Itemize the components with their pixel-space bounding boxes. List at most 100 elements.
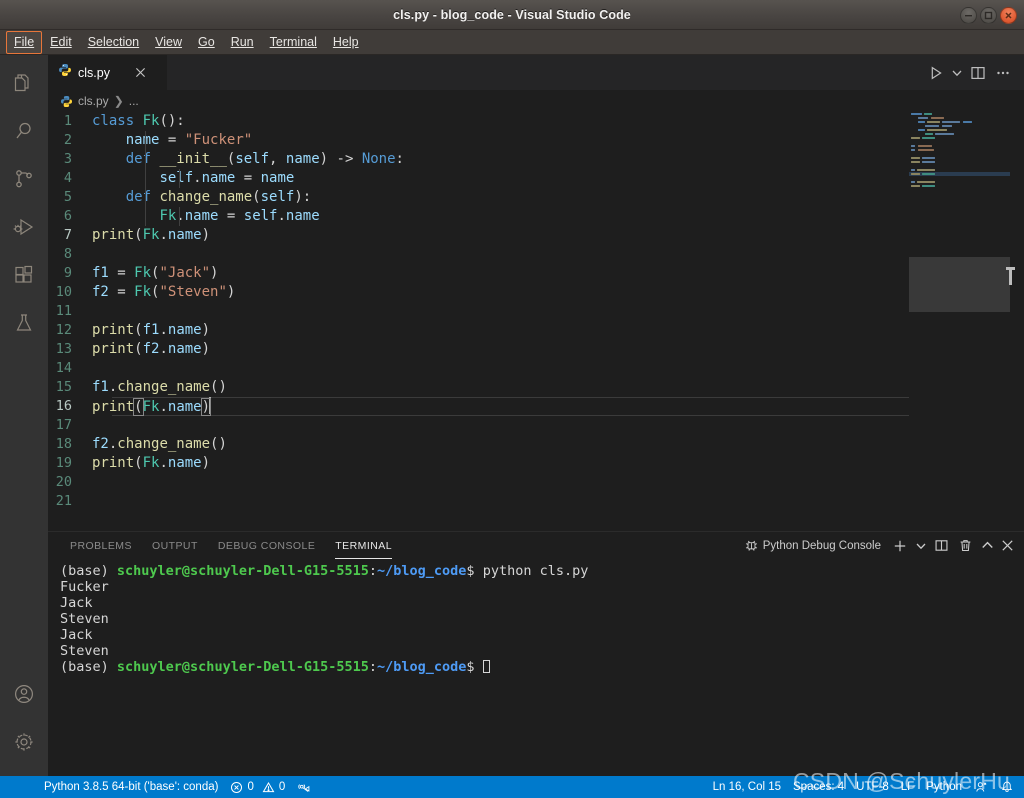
minimap-slider[interactable]: [909, 257, 1010, 312]
line-text: [92, 492, 1024, 511]
code-line[interactable]: 14: [48, 359, 1024, 378]
code-line[interactable]: 6 Fk.name = self.name: [48, 207, 1024, 226]
line-text: def change_name(self):: [125, 188, 312, 207]
bell-icon: [1000, 780, 1014, 794]
chevron-up-icon[interactable]: [978, 535, 996, 557]
editor-tab-cls-py[interactable]: cls.py: [48, 55, 168, 90]
menu-file[interactable]: File: [6, 30, 43, 54]
tab-debug-console[interactable]: Debug Console: [208, 532, 325, 559]
tab-problems[interactable]: Problems: [60, 532, 142, 559]
sidebar-item-account[interactable]: [0, 672, 48, 720]
sidebar-item-search[interactable]: [0, 109, 48, 157]
menu-selection[interactable]: Selection: [80, 31, 147, 54]
editor-vertical-scrollbar[interactable]: [1010, 112, 1024, 531]
search-icon: [12, 119, 36, 148]
menu-help[interactable]: Help: [325, 31, 367, 54]
tab-terminal[interactable]: Terminal: [325, 532, 402, 559]
code-line[interactable]: 1 class Fk():: [48, 112, 1024, 131]
sidebar-item-testing[interactable]: [0, 301, 48, 349]
code-content[interactable]: 1 class Fk(): 2 name = "Fucker" 3 def __…: [48, 112, 1024, 531]
breadcrumb-more[interactable]: ...: [129, 94, 139, 108]
status-indentation[interactable]: Spaces: 4: [787, 776, 850, 798]
code-line[interactable]: 2 name = "Fucker": [48, 131, 1024, 150]
code-line[interactable]: 3 def __init__(self, name) -> None:: [48, 150, 1024, 169]
code-line[interactable]: 12 print(f1.name): [48, 321, 1024, 340]
status-notifications[interactable]: [994, 776, 1020, 798]
terminal-output[interactable]: (base) schuyler@schuyler-Dell-G15-5515:~…: [48, 559, 1024, 776]
code-line[interactable]: 19 print(Fk.name): [48, 454, 1024, 473]
sidebar-item-manage[interactable]: [0, 720, 48, 768]
menu-edit[interactable]: Edit: [42, 31, 80, 54]
terminal-line: (base) schuyler@schuyler-Dell-G15-5515:~…: [60, 563, 1024, 579]
code-line[interactable]: 5 def change_name(self):: [48, 188, 1024, 207]
line-number: 21: [55, 493, 72, 509]
menu-view[interactable]: View: [147, 31, 190, 54]
close-icon[interactable]: [132, 64, 150, 82]
status-editor-position[interactable]: Ln 16, Col 15: [707, 776, 787, 798]
split-editor-icon[interactable]: [967, 62, 989, 84]
trash-icon[interactable]: [954, 535, 976, 557]
code-line[interactable]: 4 self.name = name: [48, 169, 1024, 188]
menu-run-label: Run: [230, 34, 254, 49]
play-icon[interactable]: [925, 62, 947, 84]
sidebar-item-run-and-debug[interactable]: [0, 205, 48, 253]
status-eol[interactable]: LF: [895, 776, 920, 798]
code-line[interactable]: 8: [48, 245, 1024, 264]
selected-terminal-label[interactable]: Python Debug Console: [763, 540, 881, 552]
sidebar-item-explorer[interactable]: [0, 61, 48, 109]
prompt-sigil: $: [466, 659, 483, 675]
gear-icon: [12, 730, 36, 759]
code-line[interactable]: 21: [48, 492, 1024, 511]
code-line[interactable]: 10 f2 = Fk("Steven"): [48, 283, 1024, 302]
status-python-interpreter[interactable]: Python 3.8.5 64-bit ('base': conda): [0, 776, 224, 798]
code-line[interactable]: 13 print(f2.name): [48, 340, 1024, 359]
split-panel-icon[interactable]: [930, 535, 952, 557]
editor-tab-label: cls.py: [78, 65, 110, 80]
code-line[interactable]: 15 f1.change_name(): [48, 378, 1024, 397]
sidebar-item-extensions[interactable]: [0, 253, 48, 301]
breadcrumb-file[interactable]: cls.py: [78, 94, 109, 108]
prompt-path: ~/blog_code: [377, 659, 467, 675]
code-line[interactable]: 18 f2.change_name(): [48, 435, 1024, 454]
status-remote-tunnel[interactable]: [291, 776, 317, 798]
code-line[interactable]: 20: [48, 473, 1024, 492]
status-language-mode[interactable]: Python: [920, 776, 968, 798]
prompt-user: schuyler@schuyler-Dell-G15-5515: [116, 659, 369, 675]
chevron-down-icon[interactable]: [913, 535, 928, 557]
breadcrumb[interactable]: cls.py ❯ ...: [48, 90, 1024, 112]
plus-icon[interactable]: [889, 535, 911, 557]
close-icon[interactable]: [998, 535, 1016, 557]
code-line[interactable]: 11: [48, 302, 1024, 321]
run-debug-icon: [12, 215, 36, 244]
minimize-button[interactable]: [960, 6, 977, 24]
menu-go-label: Go: [198, 34, 215, 49]
line-text: class Fk():: [92, 113, 185, 129]
code-editor[interactable]: 1 class Fk(): 2 name = "Fucker" 3 def __…: [48, 112, 1024, 531]
menu-file-label: File: [14, 34, 35, 49]
status-accounts[interactable]: [968, 776, 994, 798]
window-title: cls.py - blog_code - Visual Studio Code: [393, 7, 631, 22]
code-line[interactable]: 17: [48, 416, 1024, 435]
chevron-down-icon[interactable]: [950, 62, 964, 84]
menu-terminal[interactable]: Terminal: [262, 31, 325, 54]
status-encoding-label: UTF-8: [856, 781, 889, 793]
maximize-button[interactable]: [980, 6, 997, 24]
line-number: 20: [55, 474, 72, 490]
line-text: self.name = name: [92, 169, 1024, 188]
tab-output[interactable]: Output: [142, 532, 208, 559]
code-line-active[interactable]: 16 print(Fk.name): [48, 397, 1024, 416]
code-line[interactable]: 7 print(Fk.name): [48, 226, 1024, 245]
status-problems[interactable]: 0 0: [224, 776, 291, 798]
minimap[interactable]: [909, 112, 1010, 531]
code-line[interactable]: 9 f1 = Fk("Jack"): [48, 264, 1024, 283]
status-encoding[interactable]: UTF-8: [850, 776, 895, 798]
close-button[interactable]: [1000, 6, 1017, 24]
window-controls: [960, 0, 1017, 30]
status-eol-label: LF: [900, 781, 915, 793]
menu-run[interactable]: Run: [223, 31, 262, 54]
ellipsis-icon[interactable]: [992, 62, 1014, 84]
chevron-right-icon: ❯: [113, 94, 124, 108]
menu-go[interactable]: Go: [190, 31, 223, 54]
sidebar-item-source-control[interactable]: [0, 157, 48, 205]
python-file-icon: [60, 95, 73, 108]
